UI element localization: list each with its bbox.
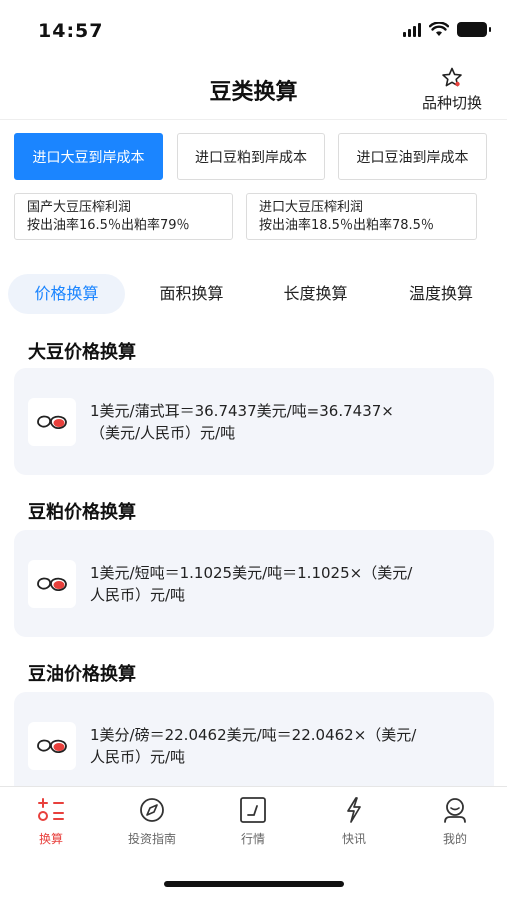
formula-line: （美元/人民币）元/吨 (90, 424, 236, 442)
bean-icon (28, 398, 76, 446)
variety-switch-label: 品种切换 (421, 94, 482, 112)
profile-icon (444, 798, 466, 823)
status-time: 14:57 (38, 20, 104, 42)
soyoil-import-cost-button[interactable]: 进口豆油到岸成本 (338, 133, 487, 180)
tab-length[interactable]: 长度换算 (257, 274, 374, 314)
status-icons (403, 22, 491, 37)
domestic-crush-profit-card[interactable]: 国产大豆压榨利润 按出油率16.5％出粕率79％ (14, 193, 233, 240)
soymeal-import-cost-button[interactable]: 进口豆粕到岸成本 (177, 133, 325, 180)
conversion-formula: 1美分/磅＝22.0462美元/吨＝22.0462×（美元/ 人民币）元/吨 (90, 724, 478, 768)
star-icon (442, 67, 462, 87)
profit-card-row: 国产大豆压榨利润 按出油率16.5％出粕率79％ 进口大豆压榨利润 按出油率18… (14, 193, 494, 241)
formula-line: 1美分/磅＝22.0462美元/吨＝22.0462×（美元/ (90, 726, 417, 744)
bean-icon (28, 722, 76, 770)
tab-temperature[interactable]: 温度换算 (382, 274, 500, 314)
bean-icon (28, 560, 76, 608)
cost-button-row: 进口大豆到岸成本 进口豆粕到岸成本 进口豆油到岸成本 (14, 133, 494, 181)
profit-card-title: 国产大豆压榨利润 (27, 200, 132, 215)
section-title: 豆粕价格换算 (28, 502, 136, 523)
signal-icon (403, 22, 421, 37)
profit-card-subtitle: 按出油率16.5％出粕率79％ (27, 218, 190, 233)
formula-line: 人民币）元/吨 (90, 748, 186, 766)
status-bar: 14:57 (0, 0, 507, 62)
calculator-icon (38, 798, 64, 821)
compass-icon (140, 798, 164, 822)
variety-switch-button[interactable]: 品种切换 (415, 66, 489, 116)
section-title: 大豆价格换算 (28, 342, 136, 363)
conversion-card: 1美元/短吨＝1.1025美元/吨＝1.1025×（美元/ 人民币）元/吨 (14, 530, 494, 637)
lightning-icon (347, 797, 361, 823)
nav-label: 换算 (38, 832, 63, 846)
nav-label: 投资指南 (127, 832, 176, 846)
tab-area[interactable]: 面积换算 (133, 274, 250, 314)
conversion-card: 1美元/蒲式耳＝36.7437美元/吨=36.7437× （美元/人民币）元/吨 (14, 368, 494, 475)
nav-item-news[interactable]: 快讯 (304, 797, 404, 847)
formula-line: 1美元/蒲式耳＝36.7437美元/吨=36.7437× (90, 402, 394, 420)
section-title: 豆油价格换算 (28, 664, 136, 685)
import-crush-profit-card[interactable]: 进口大豆压榨利润 按出油率18.5％出粕率78.5％ (246, 193, 477, 240)
nav-item-investment-guide[interactable]: 投资指南 (102, 797, 202, 847)
nav-label: 行情 (240, 832, 265, 846)
nav-header: 豆类换算 品种切换 (0, 62, 507, 120)
nav-item-market[interactable]: 行情 (203, 797, 303, 847)
formula-line: 1美元/短吨＝1.1025美元/吨＝1.1025×（美元/ (90, 564, 413, 582)
conversion-formula: 1美元/蒲式耳＝36.7437美元/吨=36.7437× （美元/人民币）元/吨 (90, 400, 478, 444)
nav-item-convert[interactable]: 换算 (1, 797, 101, 847)
chart-icon (240, 797, 266, 823)
formula-line: 人民币）元/吨 (90, 586, 186, 604)
conversion-tabs: 价格换算 面积换算 长度换算 温度换算 (8, 274, 500, 314)
home-indicator (164, 881, 344, 887)
conversion-formula: 1美元/短吨＝1.1025美元/吨＝1.1025×（美元/ 人民币）元/吨 (90, 562, 478, 606)
battery-icon (457, 22, 491, 37)
soybean-import-cost-button[interactable]: 进口大豆到岸成本 (14, 133, 163, 180)
profit-card-subtitle: 按出油率18.5％出粕率78.5％ (259, 218, 434, 233)
profit-card-title: 进口大豆压榨利润 (259, 200, 364, 215)
nav-label: 我的 (442, 832, 467, 846)
tab-price[interactable]: 价格换算 (8, 274, 125, 314)
nav-label: 快讯 (341, 832, 366, 846)
nav-item-profile[interactable]: 我的 (405, 797, 505, 847)
wifi-icon (429, 22, 449, 36)
